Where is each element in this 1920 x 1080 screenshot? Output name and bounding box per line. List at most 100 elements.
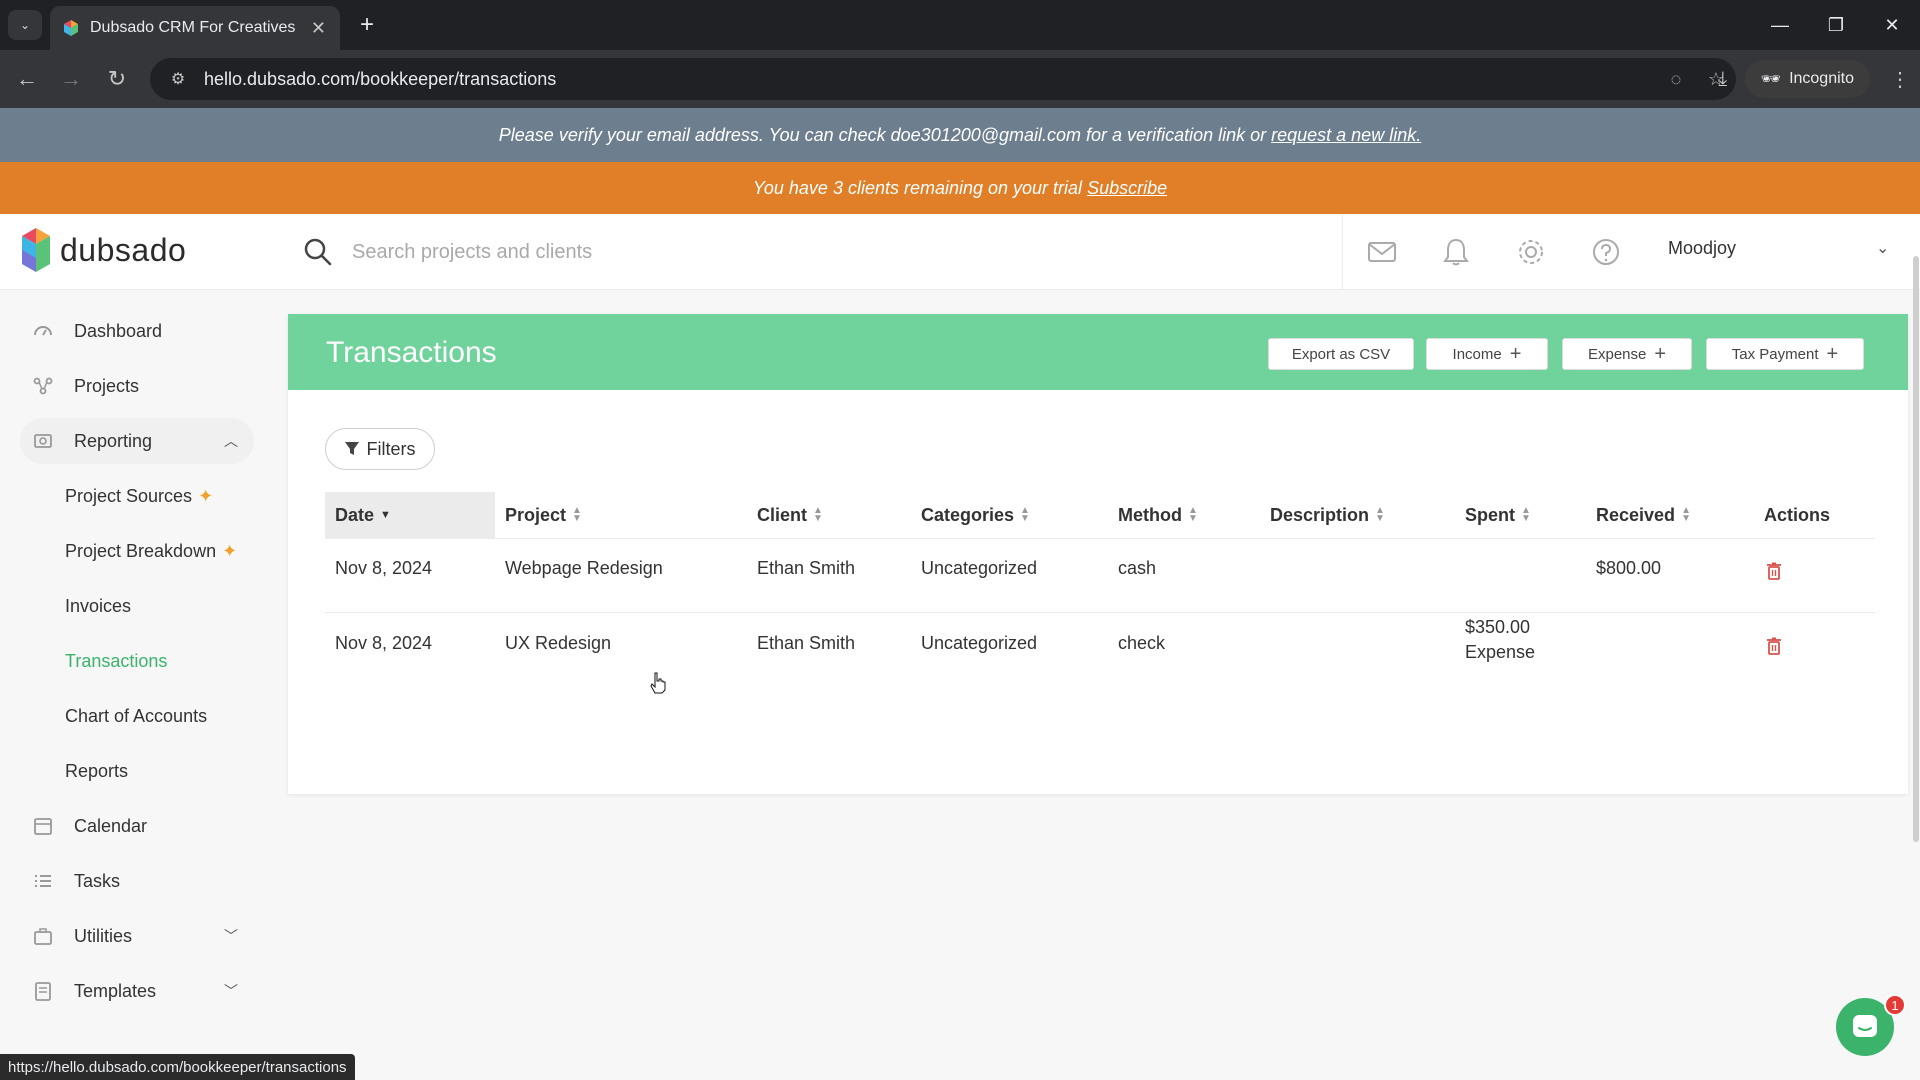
cell-spent-type: Expense — [1465, 641, 1536, 662]
page-scrollbar[interactable] — [1913, 256, 1919, 842]
window-close-icon[interactable]: ✕ — [1864, 0, 1920, 50]
minimize-icon[interactable]: — — [1752, 0, 1808, 50]
bell-icon[interactable] — [1440, 236, 1472, 268]
dubsado-logo[interactable]: dubsado — [22, 228, 186, 272]
sidebar-item-templates[interactable]: Templates ﹀ — [20, 968, 254, 1014]
trash-icon[interactable] — [1766, 562, 1782, 580]
search-input[interactable] — [352, 232, 1312, 272]
mail-icon[interactable] — [1366, 236, 1398, 268]
forward-arrow-icon[interactable]: → — [56, 64, 86, 94]
new-tab-button[interactable]: + — [352, 10, 382, 40]
cell-client[interactable]: Ethan Smith — [757, 552, 855, 584]
export-csv-label: Export as CSV — [1291, 345, 1391, 363]
sidebar-item-tasks[interactable]: Tasks — [20, 858, 254, 904]
back-arrow-icon[interactable]: ← — [12, 64, 42, 94]
cell-method: cash — [1118, 557, 1157, 578]
column-header-label: Received — [1596, 504, 1676, 525]
sort-icon: ▲ ▼ — [813, 505, 823, 524]
column-header-project[interactable]: Project ▲ ▼ — [505, 492, 582, 538]
column-header-received[interactable]: Received ▲ ▼ — [1596, 492, 1691, 538]
sidebar-subitem-reports[interactable]: Reports — [65, 751, 128, 791]
chevron-up-icon[interactable]: ︿ — [224, 431, 238, 451]
add-tax-payment-button[interactable]: Tax Payment + — [1706, 338, 1864, 370]
sidebar-item-label: Projects — [74, 375, 140, 396]
sidebar-item-utilities[interactable]: Utilities ﹀ — [20, 913, 254, 959]
reload-icon[interactable]: ↻ — [102, 64, 132, 94]
sidebar-item-projects[interactable]: Projects — [20, 363, 254, 409]
column-header-spent[interactable]: Spent ▲ ▼ — [1465, 492, 1531, 538]
sidebar-subitem-invoices[interactable]: Invoices — [65, 586, 131, 626]
browser-menu-icon[interactable]: ⋮ — [1880, 67, 1920, 92]
dubsado-logo-icon — [22, 228, 50, 272]
page-title: Transactions — [326, 336, 497, 369]
header-divider — [325, 538, 1875, 539]
sidebar-item-label: Templates — [74, 980, 157, 1001]
browser-tab[interactable]: Dubsado CRM For Creatives ✕ — [50, 6, 340, 50]
chevron-down-icon[interactable]: ⌄ — [1876, 238, 1889, 258]
tab-title: Dubsado CRM For Creatives — [90, 19, 296, 36]
add-expense-button[interactable]: Expense + — [1562, 338, 1692, 370]
column-header-label: Actions — [1764, 504, 1831, 525]
column-header-label: Categories — [921, 504, 1015, 525]
sort-icon: ▲ ▼ — [1187, 505, 1198, 524]
incognito-badge[interactable]: 🕶 Incognito — [1744, 60, 1870, 98]
request-new-link[interactable]: request a new link. — [1271, 125, 1421, 146]
plus-icon: + — [1509, 343, 1522, 365]
chevron-down-icon[interactable]: ﹀ — [224, 981, 238, 1001]
column-header-method[interactable]: Method ▲ ▼ — [1118, 492, 1198, 538]
subscribe-link[interactable]: Subscribe — [1087, 178, 1167, 199]
site-info-icon[interactable]: ⚙ — [158, 69, 198, 89]
sidebar-item-label: Project Sources — [65, 485, 193, 506]
sort-icon: ▲ ▼ — [1521, 505, 1531, 524]
plus-icon: + — [1654, 343, 1667, 365]
card-header: Transactions Export as CSV Income + Expe… — [288, 314, 1908, 390]
url-text[interactable]: hello.dubsado.com/bookkeeper/transaction… — [204, 69, 1656, 90]
help-icon[interactable] — [1590, 236, 1622, 268]
tax-payment-label: Tax Payment — [1731, 345, 1819, 363]
sidebar-item-label: Invoices — [65, 595, 132, 616]
cell-project[interactable]: UX Redesign — [505, 627, 611, 659]
download-icon[interactable]: ⤓ — [1701, 68, 1745, 91]
incognito-label: Incognito — [1789, 70, 1854, 87]
column-header-date[interactable]: Date ▼ — [325, 492, 495, 538]
sidebar-subitem-project-sources[interactable]: Project Sources ✦ — [65, 476, 213, 516]
trial-text: You have 3 clients remaining on your tri… — [752, 177, 1083, 198]
sidebar-item-label: Dashboard — [74, 320, 163, 341]
dashboard-icon — [34, 326, 52, 336]
column-header-client[interactable]: Client ▲ ▼ — [757, 492, 823, 538]
header-divider — [1342, 214, 1343, 290]
gear-icon[interactable] — [1515, 236, 1547, 268]
cell-spent: $350.00 — [1465, 616, 1531, 637]
column-header-label: Date — [335, 504, 375, 525]
column-header-label: Client — [757, 504, 808, 525]
address-bar[interactable]: ⚙ hello.dubsado.com/bookkeeper/transacti… — [150, 58, 1736, 100]
restore-icon[interactable]: ❐ — [1808, 0, 1864, 50]
sidebar: Dashboard Projects Reporting ︿ Project S… — [0, 290, 268, 1080]
sidebar-item-label: Project Breakdown — [65, 540, 217, 561]
column-header-description[interactable]: Description ▲ ▼ — [1270, 492, 1385, 538]
filter-icon — [344, 442, 359, 455]
chevron-down-icon[interactable]: ﹀ — [224, 926, 238, 946]
search-icon[interactable] — [302, 236, 334, 268]
account-name[interactable]: Moodjoy — [1668, 238, 1736, 259]
hand-cursor-icon — [650, 672, 666, 694]
eye-slash-icon[interactable]: ◌ — [1656, 69, 1696, 90]
tab-close-icon[interactable]: ✕ — [311, 18, 326, 39]
column-header-categories[interactable]: Categories ▲ ▼ — [921, 492, 1030, 538]
sidebar-subitem-transactions[interactable]: Transactions — [65, 641, 167, 681]
sidebar-item-calendar[interactable]: Calendar — [20, 803, 254, 849]
tab-search-button[interactable]: ⌄ — [8, 10, 42, 40]
app-header: dubsado Moodjoy ⌄ — [0, 214, 1920, 290]
trash-icon[interactable] — [1766, 637, 1782, 655]
sidebar-subitem-chart-of-accounts[interactable]: Chart of Accounts — [65, 696, 207, 736]
logo-text: dubsado — [60, 231, 187, 268]
add-income-button[interactable]: Income + — [1426, 338, 1548, 370]
filters-button[interactable]: Filters — [325, 428, 435, 470]
sidebar-item-dashboard[interactable]: Dashboard — [20, 308, 254, 354]
sidebar-item-reporting[interactable]: Reporting ︿ — [20, 418, 254, 464]
cell-category: Uncategorized — [921, 632, 1038, 653]
export-csv-button[interactable]: Export as CSV — [1268, 338, 1414, 370]
cell-project[interactable]: Webpage Redesign — [505, 552, 663, 584]
sidebar-subitem-project-breakdown[interactable]: Project Breakdown ✦ — [65, 531, 237, 571]
cell-client[interactable]: Ethan Smith — [757, 627, 855, 659]
